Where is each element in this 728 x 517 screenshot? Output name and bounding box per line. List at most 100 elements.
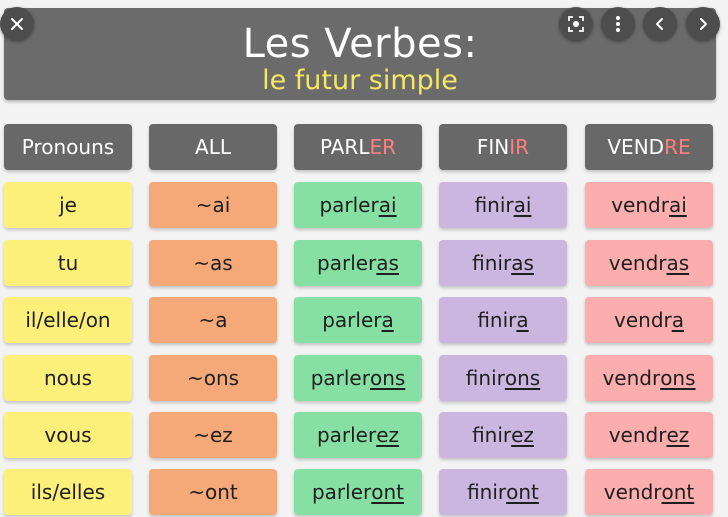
pronoun-label: il/elle/on xyxy=(25,308,111,332)
header-all-label: ALL xyxy=(195,135,231,159)
close-button[interactable] xyxy=(0,7,34,41)
chevron-right-icon xyxy=(700,18,707,30)
verb-ending: a xyxy=(516,308,529,332)
header-vendre-ending: RE xyxy=(664,135,691,159)
cell-pronoun: il/elle/on xyxy=(4,297,132,343)
cell-vendre: vendr a xyxy=(585,297,713,343)
cell-vendre: vendr as xyxy=(585,240,713,286)
cell-finir: finir ont xyxy=(439,469,567,515)
header-parler-stem: PARL xyxy=(319,135,370,159)
ending-label: ~ai xyxy=(195,193,231,217)
header-parler: PARL ER xyxy=(294,124,422,170)
verb-stem: vendr xyxy=(608,251,667,275)
verb-stem: parler xyxy=(319,193,379,217)
cell-parler: parler ez xyxy=(294,412,422,458)
header-vendre-stem: VEND xyxy=(607,135,665,159)
cell-vendre: vendr ai xyxy=(585,182,713,228)
verb-stem: vendr xyxy=(614,308,672,332)
verb-ending: ai xyxy=(513,193,532,217)
cell-pronoun: nous xyxy=(4,355,132,401)
verb-stem: vendr xyxy=(611,193,669,217)
header-vendre: VEND RE xyxy=(585,124,713,170)
verb-stem: vendr xyxy=(603,480,662,504)
cell-vendre: vendr ont xyxy=(585,469,713,515)
ending-label: ~ez xyxy=(193,423,233,447)
verb-ending: ons xyxy=(660,366,696,390)
verb-ending: ont xyxy=(506,480,539,504)
cell-all: ~ont xyxy=(149,469,277,515)
cell-parler: parler a xyxy=(294,297,422,343)
cell-all: ~as xyxy=(149,240,277,286)
pronoun-label: je xyxy=(59,193,77,217)
verb-stem: finir xyxy=(467,480,507,504)
cell-pronoun: ils/elles xyxy=(4,469,132,515)
pronoun-label: nous xyxy=(43,366,92,390)
pronoun-label: ils/elles xyxy=(30,480,106,504)
verb-stem: parler xyxy=(311,480,372,504)
verb-stem: finir xyxy=(474,193,514,217)
more-options-button[interactable] xyxy=(601,7,635,41)
verb-ending: as xyxy=(376,251,399,275)
cell-finir: finir ai xyxy=(439,182,567,228)
header-parler-ending: ER xyxy=(369,135,397,159)
cell-pronoun: vous xyxy=(4,412,132,458)
verb-ending: ai xyxy=(668,193,687,217)
pronoun-label: tu xyxy=(57,251,79,275)
ending-label: ~a xyxy=(198,308,228,332)
pronoun-label: vous xyxy=(44,423,92,447)
visual-search-button[interactable] xyxy=(559,7,593,41)
close-icon xyxy=(11,18,23,30)
ending-label: ~as xyxy=(193,251,233,275)
verb-ending: a xyxy=(381,308,394,332)
verb-ending: ons xyxy=(369,366,406,390)
cell-all: ~ez xyxy=(149,412,277,458)
verb-stem: finir xyxy=(472,251,512,275)
verb-ending: as xyxy=(511,251,534,275)
verb-stem: finir xyxy=(472,423,512,447)
ending-label: ~ons xyxy=(186,366,240,390)
verb-stem: parler xyxy=(310,366,370,390)
cell-finir: finir ons xyxy=(439,355,567,401)
ending-label: ~ont xyxy=(188,480,238,504)
verb-ending: ons xyxy=(504,366,541,390)
verb-stem: vendr xyxy=(608,423,667,447)
header-finir-stem: FIN xyxy=(476,135,510,159)
cell-finir: finir a xyxy=(439,297,567,343)
verb-stem: parler xyxy=(322,308,382,332)
header-finir-ending: IR xyxy=(509,135,530,159)
header-pronouns-label: Pronouns xyxy=(21,135,115,159)
header-finir: FIN IR xyxy=(439,124,567,170)
verb-ending: ez xyxy=(376,423,400,447)
verb-ending: ai xyxy=(378,193,397,217)
verb-ending: as xyxy=(666,251,690,275)
cell-finir: finir as xyxy=(439,240,567,286)
header-pronouns: Pronouns xyxy=(4,124,132,170)
verb-ending: a xyxy=(671,308,684,332)
cell-parler: parler ont xyxy=(294,469,422,515)
cell-vendre: vendr ez xyxy=(585,412,713,458)
verb-ending: ont xyxy=(661,480,695,504)
verb-ending: ez xyxy=(666,423,690,447)
cell-all: ~ai xyxy=(149,182,277,228)
verb-ending: ont xyxy=(371,480,405,504)
cell-parler: parler as xyxy=(294,240,422,286)
verb-stem: parler xyxy=(317,251,377,275)
cell-pronoun: je xyxy=(4,182,132,228)
header-all: ALL xyxy=(149,124,277,170)
previous-button[interactable] xyxy=(643,7,677,41)
verb-stem: finir xyxy=(465,366,505,390)
chevron-left-icon xyxy=(656,18,663,30)
verb-stem: parler xyxy=(316,423,377,447)
page-subtitle: le futur simple xyxy=(262,65,458,96)
more-vert-icon xyxy=(616,16,620,32)
cell-finir: finir ez xyxy=(439,412,567,458)
cell-all: ~a xyxy=(149,297,277,343)
visual-search-icon xyxy=(568,16,584,32)
cell-parler: parler ai xyxy=(294,182,422,228)
cell-parler: parler ons xyxy=(294,355,422,401)
next-button[interactable] xyxy=(686,7,720,41)
cell-pronoun: tu xyxy=(4,240,132,286)
verb-ending: ez xyxy=(511,423,534,447)
cell-vendre: vendr ons xyxy=(585,355,713,401)
cell-all: ~ons xyxy=(149,355,277,401)
